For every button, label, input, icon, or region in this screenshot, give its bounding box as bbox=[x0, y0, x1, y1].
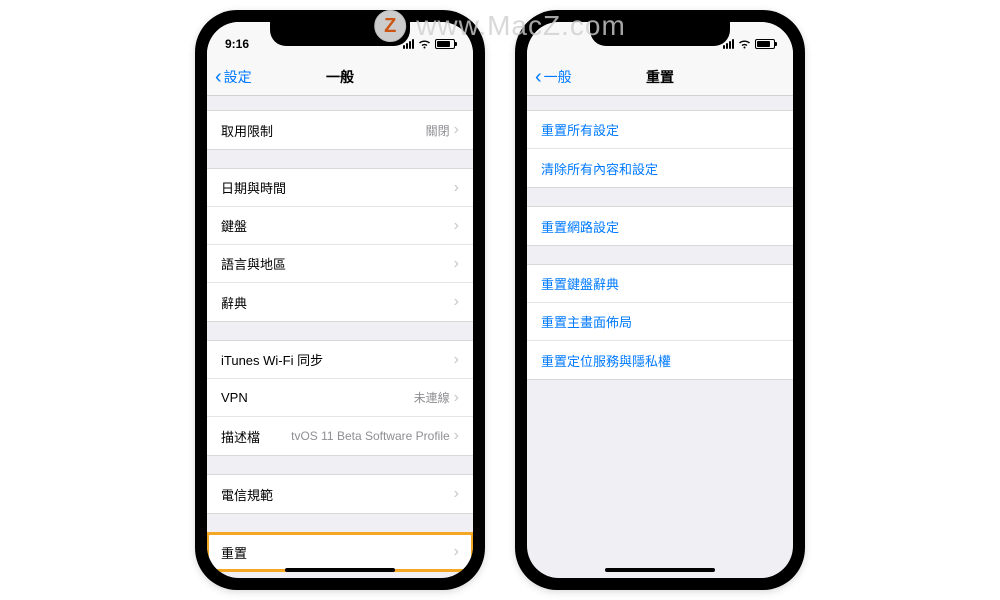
wifi-icon bbox=[738, 39, 751, 49]
settings-row[interactable]: 清除所有內容和設定 bbox=[527, 149, 793, 187]
chevron-right-icon: › bbox=[454, 255, 459, 273]
row-label: 日期與時間 bbox=[221, 178, 454, 197]
phone-right: ‹ 一般 重置 重置所有設定清除所有內容和設定重置網路設定重置鍵盤辭典重置主畫面… bbox=[515, 10, 805, 590]
chevron-right-icon: › bbox=[454, 179, 459, 197]
row-label: 辭典 bbox=[221, 293, 454, 312]
nav-back-label: 一般 bbox=[544, 67, 572, 87]
settings-row[interactable]: 取用限制關閉› bbox=[207, 111, 473, 149]
watermark-text: www.MacZ.com bbox=[416, 10, 626, 42]
settings-row[interactable]: 重置› bbox=[207, 533, 473, 571]
row-label: iTunes Wi-Fi 同步 bbox=[221, 350, 454, 369]
row-label: 重置網路設定 bbox=[541, 217, 779, 236]
home-indicator-icon[interactable] bbox=[605, 568, 715, 572]
row-label: 取用限制 bbox=[221, 121, 426, 140]
battery-icon bbox=[755, 39, 775, 49]
settings-group: 取用限制關閉› bbox=[207, 110, 473, 150]
settings-group: 重置鍵盤辭典重置主畫面佈局重置定位服務與隱私權 bbox=[527, 264, 793, 380]
row-label: 語言與地區 bbox=[221, 254, 454, 273]
status-right bbox=[723, 39, 775, 49]
chevron-left-icon: ‹ bbox=[215, 67, 222, 87]
settings-group: 電信規範› bbox=[207, 474, 473, 514]
nav-title: 重置 bbox=[646, 67, 674, 87]
nav-back-button[interactable]: ‹ 一般 bbox=[535, 67, 572, 87]
settings-row[interactable]: 描述檔tvOS 11 Beta Software Profile › bbox=[207, 417, 473, 455]
row-value: 未連線 bbox=[414, 389, 450, 406]
settings-row[interactable]: 重置主畫面佈局 bbox=[527, 303, 793, 341]
nav-bar: ‹ 一般 重置 bbox=[527, 58, 793, 96]
row-label: 鍵盤 bbox=[221, 216, 454, 235]
settings-group: 重置所有設定清除所有內容和設定 bbox=[527, 110, 793, 188]
settings-group: 日期與時間›鍵盤›語言與地區›辭典› bbox=[207, 168, 473, 322]
chevron-right-icon: › bbox=[454, 543, 459, 561]
row-label: 電信規範 bbox=[221, 485, 454, 504]
reset-content[interactable]: 重置所有設定清除所有內容和設定重置網路設定重置鍵盤辭典重置主畫面佈局重置定位服務… bbox=[527, 96, 793, 578]
chevron-right-icon: › bbox=[454, 217, 459, 235]
row-label: 清除所有內容和設定 bbox=[541, 159, 779, 178]
phone-left: 9:16 ‹ 設定 一般 取用限制關閉›日期與時間›鍵盤›語言與地區›辭典›iT… bbox=[195, 10, 485, 590]
watermark-badge-icon: Z bbox=[374, 10, 406, 42]
chevron-right-icon: › bbox=[454, 389, 459, 407]
row-label: 重置 bbox=[221, 543, 454, 562]
home-indicator-icon[interactable] bbox=[285, 568, 395, 572]
screen-right: ‹ 一般 重置 重置所有設定清除所有內容和設定重置網路設定重置鍵盤辭典重置主畫面… bbox=[527, 22, 793, 578]
chevron-right-icon: › bbox=[454, 351, 459, 369]
settings-row[interactable]: 日期與時間› bbox=[207, 169, 473, 207]
nav-title: 一般 bbox=[326, 67, 354, 87]
settings-row[interactable]: 辭典› bbox=[207, 283, 473, 321]
settings-row[interactable]: 重置鍵盤辭典 bbox=[527, 265, 793, 303]
chevron-right-icon: › bbox=[454, 427, 459, 445]
settings-row[interactable]: VPN未連線› bbox=[207, 379, 473, 417]
settings-group: iTunes Wi-Fi 同步›VPN未連線›描述檔tvOS 11 Beta S… bbox=[207, 340, 473, 456]
settings-row[interactable]: 電信規範› bbox=[207, 475, 473, 513]
row-label: 重置鍵盤辭典 bbox=[541, 274, 779, 293]
settings-row[interactable]: 語言與地區› bbox=[207, 245, 473, 283]
row-value: 關閉 bbox=[426, 122, 450, 139]
chevron-left-icon: ‹ bbox=[535, 67, 542, 87]
settings-row[interactable]: 重置所有設定 bbox=[527, 111, 793, 149]
settings-row[interactable]: 重置定位服務與隱私權 bbox=[527, 341, 793, 379]
row-label: 描述檔 bbox=[221, 427, 291, 446]
nav-back-button[interactable]: ‹ 設定 bbox=[215, 67, 252, 87]
row-label: VPN bbox=[221, 390, 414, 405]
row-value: tvOS 11 Beta Software Profile bbox=[291, 429, 450, 443]
chevron-right-icon: › bbox=[454, 293, 459, 311]
chevron-right-icon: › bbox=[454, 121, 459, 139]
settings-row[interactable]: iTunes Wi-Fi 同步› bbox=[207, 341, 473, 379]
screen-left: 9:16 ‹ 設定 一般 取用限制關閉›日期與時間›鍵盤›語言與地區›辭典›iT… bbox=[207, 22, 473, 578]
nav-bar: ‹ 設定 一般 bbox=[207, 58, 473, 96]
settings-group: 重置› bbox=[207, 532, 473, 572]
row-label: 重置定位服務與隱私權 bbox=[541, 351, 779, 370]
chevron-right-icon: › bbox=[454, 485, 459, 503]
status-time: 9:16 bbox=[225, 37, 249, 51]
watermark: Z www.MacZ.com bbox=[374, 10, 626, 42]
settings-content[interactable]: 取用限制關閉›日期與時間›鍵盤›語言與地區›辭典›iTunes Wi-Fi 同步… bbox=[207, 96, 473, 578]
nav-back-label: 設定 bbox=[224, 67, 252, 87]
settings-row[interactable]: 鍵盤› bbox=[207, 207, 473, 245]
row-label: 重置所有設定 bbox=[541, 120, 779, 139]
settings-group: 重置網路設定 bbox=[527, 206, 793, 246]
row-label: 重置主畫面佈局 bbox=[541, 312, 779, 331]
settings-row[interactable]: 重置網路設定 bbox=[527, 207, 793, 245]
